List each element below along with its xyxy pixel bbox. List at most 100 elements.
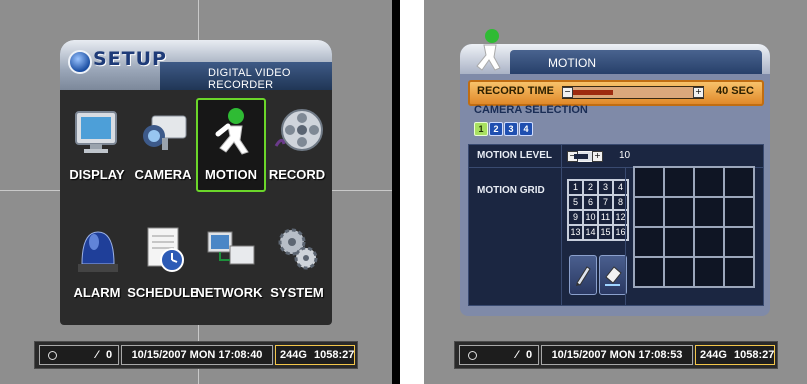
- camera-selection-label: CAMERA SELECTION: [474, 104, 588, 116]
- motion-grid-cell[interactable]: [694, 257, 724, 287]
- motion-grid-cell[interactable]: [664, 167, 694, 197]
- menu-item-motion[interactable]: MOTION: [196, 98, 266, 192]
- menu-item-camera[interactable]: CAMERA: [130, 100, 196, 190]
- film-reel-icon: [274, 109, 323, 151]
- menu-item-network[interactable]: NETWORK: [195, 218, 263, 308]
- screen-edge: [392, 0, 400, 384]
- hdd-size: 244G: [280, 349, 307, 361]
- motion-level-fill: [574, 154, 588, 159]
- motion-grid-cell[interactable]: [724, 197, 754, 227]
- label-column: [469, 145, 562, 305]
- motion-grid-cell[interactable]: [634, 257, 664, 287]
- grid-number-cell[interactable]: 5: [568, 195, 583, 210]
- event-count: 0: [106, 349, 113, 361]
- record-time-row[interactable]: RECORD TIME − + 40 SEC: [468, 80, 764, 106]
- motion-grid-label: MOTION GRID: [477, 185, 545, 196]
- setup-screen: SETUP DIGITAL VIDEO RECORDER DISPLAY CAM…: [0, 0, 400, 384]
- menu-item-display[interactable]: DISPLAY: [64, 100, 130, 190]
- erase-tool-button[interactable]: [599, 255, 627, 295]
- motion-grid-cell[interactable]: [694, 167, 724, 197]
- grid-number-cell[interactable]: 14: [583, 225, 598, 240]
- menu-item-alarm[interactable]: ALARM: [64, 218, 130, 308]
- motion-grid-cell[interactable]: [664, 197, 694, 227]
- hdd-display: 244G 1058:27: [275, 345, 355, 365]
- grid-number-cell[interactable]: 6: [583, 195, 598, 210]
- motion-panel: MOTION RECORD TIME − + 40 SEC CAMERA SEL…: [460, 29, 770, 316]
- plus-icon[interactable]: +: [693, 87, 704, 98]
- monitor-icon: [75, 111, 117, 153]
- grid-number-cell[interactable]: 1: [568, 180, 583, 195]
- gears-icon: [278, 228, 318, 270]
- menu-label: CAMERA: [134, 167, 192, 182]
- eraser-icon: [605, 266, 622, 286]
- setup-header: SETUP DIGITAL VIDEO RECORDER: [60, 40, 332, 91]
- record-time-label: RECORD TIME: [477, 85, 554, 97]
- setup-title: SETUP: [93, 48, 167, 70]
- device-subtitle: DIGITAL VIDEO RECORDER: [208, 67, 291, 91]
- motion-grid-cell[interactable]: [724, 167, 754, 197]
- status-bar: ⁄ 0 10/15/2007 MON 17:08:40 244G 1058:27: [34, 341, 358, 369]
- grid-number-cell[interactable]: 7: [598, 195, 613, 210]
- motion-screen: MOTION RECORD TIME − + 40 SEC CAMERA SEL…: [424, 0, 807, 384]
- grid-number-cell[interactable]: 9: [568, 210, 583, 225]
- grid-number-selector: 1 2 3 4 5 6 7 8 9 10 11 12 13 14 15 16: [567, 179, 629, 241]
- column-divider: [625, 167, 626, 305]
- motion-grid-cell[interactable]: [724, 227, 754, 257]
- grid-number-cell[interactable]: 3: [598, 180, 613, 195]
- motion-grid-cell[interactable]: [694, 227, 724, 257]
- hdd-display: 244G 1058:27: [695, 345, 775, 365]
- motion-grid-cell[interactable]: [664, 257, 694, 287]
- motion-grid-cell[interactable]: [664, 227, 694, 257]
- motion-grid-cell[interactable]: [634, 227, 664, 257]
- motion-grid-cell[interactable]: [694, 197, 724, 227]
- menu-item-record[interactable]: RECORD: [264, 100, 330, 190]
- grid-number-cell[interactable]: 11: [598, 210, 613, 225]
- channel-indicator: ⁄ 0: [459, 345, 539, 365]
- minus-icon[interactable]: −: [562, 87, 573, 98]
- menu-item-schedule[interactable]: SCHEDULE: [127, 218, 199, 308]
- hdd-size: 244G: [700, 349, 727, 361]
- datetime-display: 10/15/2007 MON 17:08:40: [121, 345, 273, 365]
- grid-number-cell[interactable]: 15: [598, 225, 613, 240]
- remaining-time: 1058:27: [734, 349, 775, 361]
- calendar-clock-icon: [147, 227, 184, 272]
- record-time-fill: [573, 90, 613, 95]
- motion-level-label: MOTION LEVEL: [477, 150, 552, 161]
- menu-label: SYSTEM: [270, 285, 324, 300]
- grid-number-cell[interactable]: 10: [583, 210, 598, 225]
- motion-grid-cell[interactable]: [634, 167, 664, 197]
- slash-icon: ⁄: [516, 349, 518, 361]
- running-man-icon: [215, 108, 249, 155]
- motion-level-value: 10: [619, 150, 631, 161]
- setup-panel: SETUP DIGITAL VIDEO RECORDER DISPLAY CAM…: [60, 40, 332, 325]
- menu-label: NETWORK: [195, 285, 263, 300]
- setup-logo-icon: [68, 50, 92, 74]
- slash-icon: ⁄: [96, 349, 98, 361]
- grid-number-cell[interactable]: 2: [583, 180, 598, 195]
- motion-detection-grid[interactable]: [633, 166, 755, 288]
- datetime-display: 10/15/2007 MON 17:08:53: [541, 345, 693, 365]
- image-divider: [400, 0, 424, 384]
- pencil-icon: [576, 266, 591, 286]
- draw-tool-button[interactable]: [569, 255, 597, 295]
- status-bar: ⁄ 0 10/15/2007 MON 17:08:53 244G 1058:27: [454, 341, 778, 369]
- record-dot-icon: [48, 351, 57, 360]
- motion-header: MOTION: [460, 29, 770, 74]
- camera-button-4[interactable]: 4: [519, 122, 533, 136]
- channel-indicator: ⁄ 0: [39, 345, 119, 365]
- motion-grid-cell[interactable]: [724, 257, 754, 287]
- camera-button-1[interactable]: 1: [474, 122, 488, 136]
- event-count: 0: [526, 349, 533, 361]
- record-dot-icon: [468, 351, 477, 360]
- plus-icon[interactable]: +: [592, 151, 603, 162]
- menu-item-system[interactable]: SYSTEM: [264, 218, 330, 308]
- record-time-slider[interactable]: − +: [562, 86, 704, 99]
- alarm-light-icon: [78, 231, 118, 272]
- motion-settings-area: MOTION LEVEL − + 10 MOTION GRID 12345678…: [468, 144, 764, 306]
- network-computer-icon: [207, 231, 255, 265]
- camera-button-2[interactable]: 2: [489, 122, 503, 136]
- camera-button-3[interactable]: 3: [504, 122, 518, 136]
- motion-level-slider[interactable]: − +: [567, 151, 603, 162]
- motion-grid-cell[interactable]: [634, 197, 664, 227]
- grid-number-cell[interactable]: 13: [568, 225, 583, 240]
